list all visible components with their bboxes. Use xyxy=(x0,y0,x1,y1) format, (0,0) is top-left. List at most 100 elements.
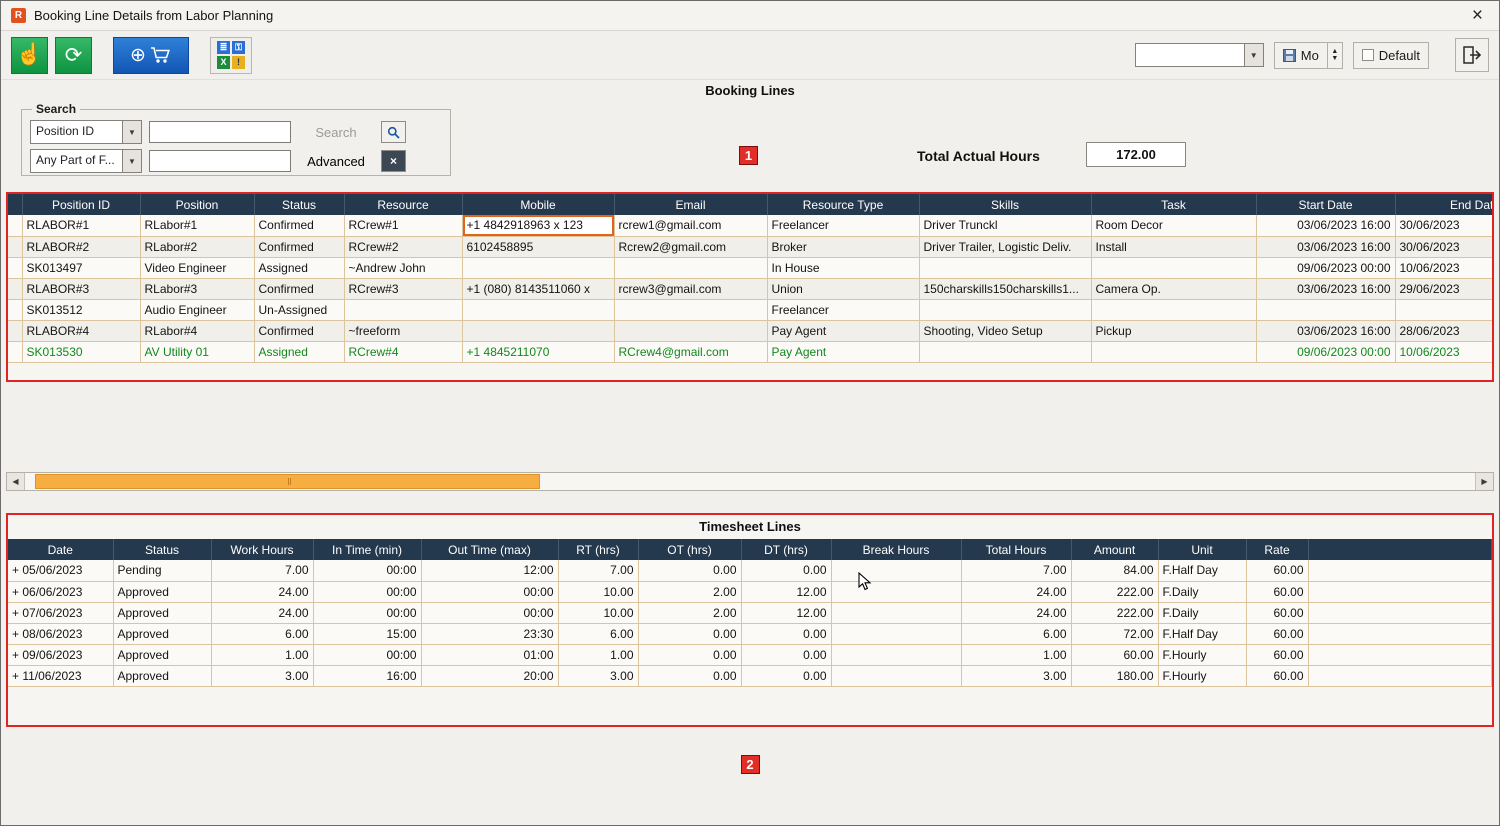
table-row[interactable]: SK013497Video EngineerAssigned~Andrew Jo… xyxy=(8,257,1494,278)
search-field-combobox[interactable]: Position ID ▼ xyxy=(30,120,142,144)
cell: Un-Assigned xyxy=(254,299,344,320)
column-header[interactable]: Rate xyxy=(1246,539,1308,560)
column-header[interactable]: Start Date xyxy=(1256,194,1395,215)
column-header[interactable] xyxy=(8,194,22,215)
column-header[interactable]: In Time (min) xyxy=(313,539,421,560)
column-header[interactable]: Work Hours xyxy=(211,539,313,560)
cell: ~Andrew John xyxy=(344,257,462,278)
cell: 60.00 xyxy=(1246,560,1308,581)
column-header[interactable]: Total Hours xyxy=(961,539,1071,560)
search-input-secondary[interactable] xyxy=(149,150,291,172)
booking-lines-table[interactable]: Position IDPositionStatusResourceMobileE… xyxy=(8,194,1494,363)
column-header[interactable]: Date xyxy=(8,539,113,560)
column-header[interactable]: DT (hrs) xyxy=(741,539,831,560)
column-header[interactable]: OT (hrs) xyxy=(638,539,741,560)
table-row[interactable]: SK013512Audio EngineerUn-AssignedFreelan… xyxy=(8,299,1494,320)
table-row[interactable]: + 11/06/2023Approved3.0016:0020:003.000.… xyxy=(8,665,1492,686)
column-header[interactable]: Resource xyxy=(344,194,462,215)
cell: 15:00 xyxy=(313,623,421,644)
cell: Audio Engineer xyxy=(140,299,254,320)
column-header[interactable]: Position xyxy=(140,194,254,215)
default-layout-button[interactable]: Default xyxy=(1353,42,1429,69)
column-header[interactable]: Skills xyxy=(919,194,1091,215)
exit-button[interactable] xyxy=(1455,38,1489,72)
export-options-button[interactable]: ≣ ⚿ X ! xyxy=(210,37,252,74)
timesheet-lines-table[interactable]: DateStatusWork HoursIn Time (min)Out Tim… xyxy=(8,539,1492,687)
add-to-cart-button[interactable]: ⊕ xyxy=(113,37,189,74)
column-header[interactable] xyxy=(1308,539,1492,560)
cell xyxy=(462,257,614,278)
cell: 222.00 xyxy=(1071,581,1158,602)
column-header[interactable]: Position ID xyxy=(22,194,140,215)
cell xyxy=(1308,665,1492,686)
select-tool-button[interactable]: ☝ xyxy=(11,37,48,74)
plus-circle-icon: ⊕ xyxy=(130,44,146,67)
table-row[interactable]: RLABOR#3RLabor#3ConfirmedRCrew#3+1 (080)… xyxy=(8,278,1494,299)
cell: 0.00 xyxy=(741,623,831,644)
cell: RCrew#1 xyxy=(344,215,462,236)
cell: 3.00 xyxy=(961,665,1071,686)
advanced-search-button[interactable]: Advanced xyxy=(298,154,374,169)
cell xyxy=(831,623,961,644)
chevron-down-icon[interactable]: ▼ xyxy=(123,149,142,173)
search-match-combobox[interactable]: Any Part of F... ▼ xyxy=(30,149,142,173)
chevron-down-icon[interactable]: ▼ xyxy=(1245,43,1264,67)
column-header[interactable]: Amount xyxy=(1071,539,1158,560)
cell: + 11/06/2023 xyxy=(8,665,113,686)
cell: 30/06/2023 xyxy=(1395,236,1494,257)
cell: 60.00 xyxy=(1246,665,1308,686)
cell: 6.00 xyxy=(558,623,638,644)
clear-search-button[interactable]: × xyxy=(381,150,406,172)
column-header[interactable]: Status xyxy=(113,539,211,560)
cell xyxy=(1256,299,1395,320)
cell: rcrew3@gmail.com xyxy=(614,278,767,299)
cell: Approved xyxy=(113,581,211,602)
horizontal-scrollbar[interactable]: ◀ ▶ xyxy=(6,472,1494,491)
refresh-button[interactable]: ⟳ xyxy=(55,37,92,74)
column-header[interactable]: RT (hrs) xyxy=(558,539,638,560)
table-row[interactable]: + 06/06/2023Approved24.0000:0000:0010.00… xyxy=(8,581,1492,602)
cell xyxy=(462,299,614,320)
cell: 6102458895 xyxy=(462,236,614,257)
column-header[interactable]: End Date xyxy=(1395,194,1494,215)
column-header[interactable]: Mobile xyxy=(462,194,614,215)
scroll-left-button[interactable]: ◀ xyxy=(7,473,25,490)
cell xyxy=(831,581,961,602)
save-mode-label: Mo xyxy=(1301,48,1319,63)
search-magnifier-button[interactable] xyxy=(381,121,406,143)
column-header[interactable]: Resource Type xyxy=(767,194,919,215)
scrollbar-track[interactable] xyxy=(25,473,1475,490)
table-row[interactable]: RLABOR#2RLabor#2ConfirmedRCrew#261024588… xyxy=(8,236,1494,257)
column-header[interactable]: Break Hours xyxy=(831,539,961,560)
mode-spinner[interactable]: ▲ ▼ xyxy=(1328,42,1343,69)
scrollbar-thumb[interactable] xyxy=(35,474,540,489)
view-selector-combobox[interactable]: ▼ xyxy=(1135,43,1264,67)
cell: 12:00 xyxy=(421,560,558,581)
close-button[interactable]: × xyxy=(1468,6,1487,25)
cell: 3.00 xyxy=(558,665,638,686)
annotation-badge-2: 2 xyxy=(741,755,760,774)
table-row[interactable]: + 05/06/2023Pending7.0000:0012:007.000.0… xyxy=(8,560,1492,581)
cell: RLABOR#3 xyxy=(22,278,140,299)
table-row[interactable]: RLABOR#1RLabor#1ConfirmedRCrew#1+1 48429… xyxy=(8,215,1494,236)
cell: RCrew4@gmail.com xyxy=(614,341,767,362)
table-row[interactable]: RLABOR#4RLabor#4Confirmed~freeformPay Ag… xyxy=(8,320,1494,341)
search-button[interactable]: Search xyxy=(298,125,374,140)
column-header[interactable]: Unit xyxy=(1158,539,1246,560)
cell: Approved xyxy=(113,623,211,644)
cell xyxy=(831,602,961,623)
cell: 0.00 xyxy=(741,644,831,665)
table-row[interactable]: SK013530AV Utility 01AssignedRCrew#4+1 4… xyxy=(8,341,1494,362)
scroll-right-button[interactable]: ▶ xyxy=(1475,473,1493,490)
chevron-down-icon[interactable]: ▼ xyxy=(123,120,142,144)
table-row[interactable]: + 08/06/2023Approved6.0015:0023:306.000.… xyxy=(8,623,1492,644)
search-input[interactable] xyxy=(149,121,291,143)
save-mode-button[interactable]: Mo xyxy=(1274,42,1328,69)
default-label: Default xyxy=(1379,48,1420,63)
column-header[interactable]: Task xyxy=(1091,194,1256,215)
column-header[interactable]: Email xyxy=(614,194,767,215)
column-header[interactable]: Out Time (max) xyxy=(421,539,558,560)
column-header[interactable]: Status xyxy=(254,194,344,215)
table-row[interactable]: + 07/06/2023Approved24.0000:0000:0010.00… xyxy=(8,602,1492,623)
table-row[interactable]: + 09/06/2023Approved1.0000:0001:001.000.… xyxy=(8,644,1492,665)
